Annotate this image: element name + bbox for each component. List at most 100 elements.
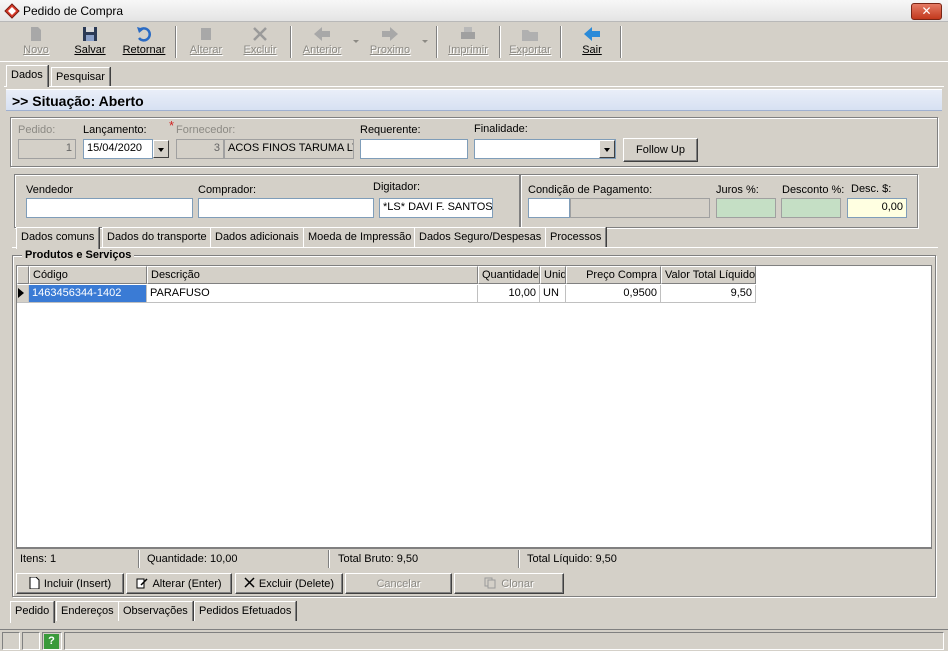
requerente-field[interactable] [360, 139, 468, 159]
status-bar: ? [0, 629, 948, 651]
col-header-unid[interactable]: Unid [540, 266, 566, 284]
juros-label: Juros %: [716, 184, 759, 196]
floppy-disk-icon [83, 27, 97, 41]
toolbar: Novo Salvar Retornar Alterar Excluir Ant… [0, 22, 948, 62]
salvar-button[interactable]: Salvar [70, 24, 110, 60]
digitador-field: *LS* DAVI F. SANTOS [379, 198, 493, 218]
fornecedor-label: Fornecedor: [176, 124, 236, 136]
status-cell [22, 632, 40, 650]
toolbar-separator [560, 26, 562, 58]
vendedor-field[interactable] [26, 198, 193, 218]
lancamento-date-field[interactable]: 15/04/2020 [83, 139, 153, 159]
table-cell-descricao[interactable]: PARAFUSO [147, 285, 478, 303]
close-button[interactable]: ✕ [911, 3, 942, 20]
lancamento-dropdown-button[interactable] [153, 140, 169, 158]
summary-itens: Itens: 1 [20, 553, 57, 565]
tab-seguro-despesas[interactable]: Dados Seguro/Despesas [414, 227, 547, 247]
row-indicator [17, 285, 29, 303]
col-header-codigo[interactable]: Código [29, 266, 147, 284]
tab-dados-comuns[interactable]: Dados comuns [16, 227, 100, 249]
tab-enderecos[interactable]: Endereços [56, 601, 119, 621]
undo-arrow-icon [137, 27, 151, 42]
edit-pencil-icon [136, 578, 148, 589]
delete-x-icon [244, 577, 255, 588]
col-header-preco[interactable]: Preço Compra [566, 266, 661, 284]
col-header-quantidade[interactable]: Quantidade [478, 266, 540, 284]
exit-arrow-icon [584, 27, 600, 41]
tab-pesquisar[interactable]: Pesquisar [51, 67, 110, 87]
table-cell-total[interactable]: 9,50 [661, 285, 756, 303]
clonar-button[interactable]: Clonar [454, 573, 564, 594]
col-header-total[interactable]: Valor Total Líquido [661, 266, 756, 284]
alterar-button[interactable]: Alterar [184, 24, 228, 60]
tab-dados[interactable]: Dados [6, 65, 48, 87]
col-header-descricao[interactable]: Descrição [147, 266, 478, 284]
table-cell-quantidade[interactable]: 10,00 [478, 285, 540, 303]
follow-up-button[interactable]: Follow Up [623, 138, 698, 162]
situacao-bar: >> Situação: Aberto [6, 89, 942, 111]
status-message-cell [64, 632, 944, 650]
finalidade-dropdown-button[interactable] [599, 140, 615, 158]
pedido-label: Pedido: [18, 124, 56, 136]
row-pointer-icon [18, 288, 24, 298]
summary-total-bruto: Total Bruto: 9,50 [338, 553, 419, 565]
finalidade-label: Finalidade: [474, 123, 528, 135]
proximo-dropdown[interactable] [422, 40, 428, 43]
novo-button[interactable]: Novo [16, 24, 56, 60]
products-grid[interactable]: Código Descrição Quantidade Unid Preço C… [16, 265, 932, 548]
lancamento-label: Lançamento: [83, 124, 147, 136]
proximo-button[interactable]: Proximo [366, 24, 414, 60]
tab-observacoes[interactable]: Observações [118, 601, 193, 621]
excluir-item-button[interactable]: Excluir (Delete) [235, 573, 343, 594]
toolbar-separator [175, 26, 177, 58]
desconto-field[interactable] [781, 198, 841, 218]
retornar-button[interactable]: Retornar [120, 24, 168, 60]
desc-valor-field[interactable]: 0,00 [847, 198, 907, 218]
summary-total-liquido: Total Líquido: 9,50 [527, 553, 617, 565]
toolbar-separator [436, 26, 438, 58]
table-cell-codigo[interactable]: 1463456344-1402 [29, 285, 147, 303]
finalidade-select[interactable] [474, 139, 616, 159]
products-title: Produtos e Serviços [22, 249, 135, 261]
table-cell-unid[interactable]: UN [540, 285, 566, 303]
folder-export-icon [522, 30, 538, 41]
condicao-desc-field [570, 198, 710, 218]
required-asterisk: * [169, 118, 175, 133]
status-cell [2, 632, 20, 650]
comprador-field[interactable] [198, 198, 374, 218]
toolbar-separator [290, 26, 292, 58]
excluir-button[interactable]: Excluir [238, 24, 282, 60]
title-bar: Pedido de Compra ✕ [0, 0, 948, 22]
summary-separator [138, 550, 140, 568]
digitador-label: Digitador: [373, 181, 421, 193]
sair-button[interactable]: Sair [572, 24, 612, 60]
incluir-button[interactable]: Incluir (Insert) [16, 573, 124, 594]
toolbar-separator [499, 26, 501, 58]
clone-icon [484, 577, 496, 589]
imprimir-button[interactable]: Imprimir [446, 24, 490, 60]
tab-panel-border [4, 86, 944, 87]
anterior-button[interactable]: Anterior [298, 24, 346, 60]
desc-valor-label: Desc. $: [851, 183, 892, 195]
summary-separator [518, 550, 520, 568]
desconto-label: Desconto %: [782, 184, 845, 196]
subtab-panel-border [12, 247, 938, 248]
help-icon[interactable]: ? [44, 634, 59, 649]
new-page-icon [29, 576, 40, 590]
table-cell-preco[interactable]: 0,9500 [566, 285, 661, 303]
juros-field[interactable] [716, 198, 776, 218]
tab-dados-adicionais[interactable]: Dados adicionais [210, 227, 304, 247]
alterar-item-button[interactable]: Alterar (Enter) [126, 573, 232, 594]
help-cell[interactable]: ? [42, 632, 62, 650]
tab-dados-transporte[interactable]: Dados do transporte [102, 227, 212, 247]
cancelar-button[interactable]: Cancelar [345, 573, 452, 594]
tab-pedidos-efetuados[interactable]: Pedidos Efetuados [194, 601, 297, 621]
fornecedor-name-field: ACOS FINOS TARUMA LT [224, 139, 354, 159]
tab-processos[interactable]: Processos [545, 227, 607, 247]
arrow-right-icon [382, 27, 398, 41]
tab-pedido[interactable]: Pedido [10, 601, 55, 623]
tab-moeda-impressao[interactable]: Moeda de Impressão [303, 227, 417, 247]
anterior-dropdown[interactable] [353, 40, 359, 43]
condicao-code-field[interactable] [528, 198, 570, 218]
exportar-button[interactable]: Exportar [506, 24, 554, 60]
